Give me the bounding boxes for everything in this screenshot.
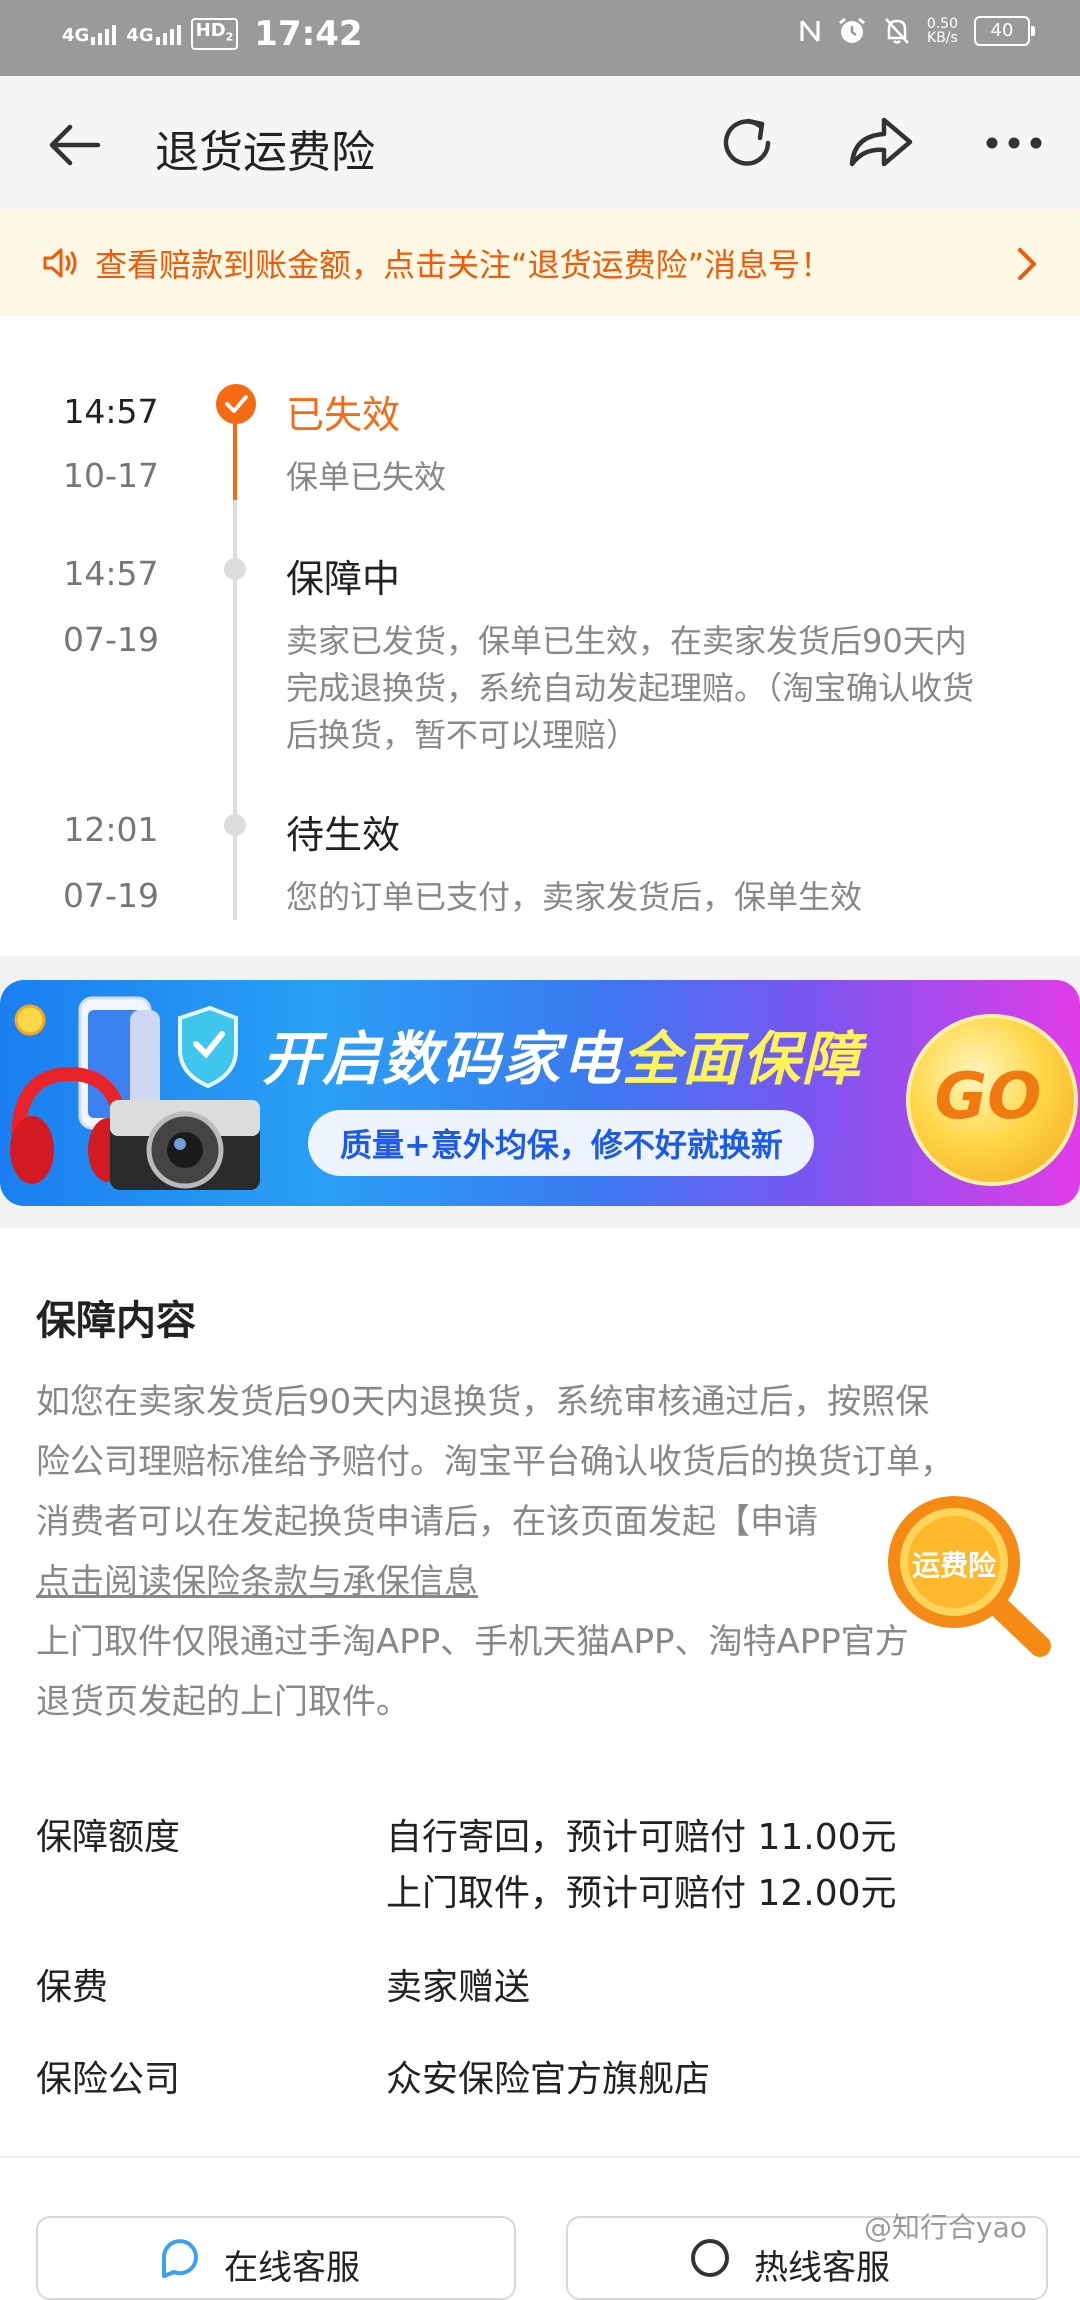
banner-title: 开启数码家电全面保障 [262,1012,862,1096]
banner-title-part1: 开启数码家电 [262,1025,623,1093]
signal-2-icon: 4G [126,23,181,46]
divider [0,2156,1080,2158]
timeline-line-active [233,414,237,500]
battery-icon: 40 [974,16,1035,46]
insurer-value: 众安保险官方旗舰店 [386,2059,711,2100]
premium-label: 保费 [36,1967,109,2008]
timeline-desc-line: 完成退换货，系统自动发起理赔。（淘宝确认收货 [286,669,975,707]
timeline-status: 待生效 [286,813,401,857]
check-icon [216,384,256,424]
timeline-dot [224,558,246,580]
more-icon[interactable] [982,118,1046,168]
chevron-right-icon [1018,248,1036,280]
hd-label: HD [195,19,226,41]
notice-bar[interactable]: 查看赔款到账金额，点击关注“退货运费险”消息号！ [0,210,1080,316]
policy-terms-link[interactable]: 点击阅读保险条款与承保信息 [36,1554,478,1603]
back-arrow-icon[interactable] [40,110,110,180]
network-type-2: 4G [126,25,154,46]
online-service-label: 在线客服 [224,2248,360,2288]
hd-sub-label: 2 [225,30,234,44]
timeline-desc: 您的订单已支付，卖家发货后，保单生效 [286,878,863,916]
nfc-icon [800,20,820,42]
notice-text: 查看赔款到账金额，点击关注“退货运费险”消息号！ [95,246,833,284]
coverage-amount-value: 自行寄回，预计可赔付 11.00元 [386,1817,897,1858]
timeline-time: 12:01 [63,810,159,849]
nav-bar: 退货运费险 [0,76,1080,210]
banner-title-part2: 全面保障 [622,1025,863,1093]
banner-subtitle: 质量+意外均保，修不好就换新 [340,1126,783,1164]
watermark: @知行合yao [864,2211,1027,2244]
coverage-text-line: 如您在卖家发货后90天内退换货，系统审核通过后，按照保 [36,1382,930,1422]
chat-icon [161,2239,198,2278]
freight-insurance-float-button[interactable]: 运费险 [880,1488,1056,1664]
coverage-text-line: 险公司理赔标准给予赔付。淘宝平台确认收货后的换货订单， [36,1442,954,1482]
coverage-amount-label: 保障额度 [36,1817,181,1858]
mute-icon [884,18,909,44]
share-icon[interactable] [844,108,916,178]
pickup-text-line: 退货页发起的上门取件。 [36,1682,410,1722]
devices-illustration-icon [10,996,260,1190]
timeline-desc-line: 后换货，暂不可以理赔） [286,716,639,754]
go-button-label: GO [934,1060,1042,1134]
timeline-desc-line: 卖家已发货，保单已生效，在卖家发货后90天内 [286,622,967,660]
hotline-service-label: 热线客服 [754,2248,890,2288]
net-speed-unit: KB/s [927,30,958,46]
policy-timeline: 14:57 10-17 已失效 保单已失效 14:57 07-19 保障中 卖家… [0,316,1080,956]
hd-voice-icon: HD2 [190,17,239,51]
timeline-desc: 保单已失效 [286,458,447,496]
signal-1-icon: 4G [62,23,117,46]
refresh-icon[interactable] [712,108,782,178]
battery-level: 40 [990,20,1014,41]
coverage-amount-value: 上门取件，预计可赔付 12.00元 [386,1873,897,1914]
status-bar-right: 0.50 KB/s 40 [799,16,1035,46]
premium-value: 卖家赠送 [386,1967,531,2008]
coverage-title: 保障内容 [36,1298,196,1344]
timeline-status: 保障中 [286,557,401,601]
status-bar: 4G 4G HD2 17:42 0.50 KB/s 40 [0,0,1080,76]
timeline-date: 10-17 [63,456,159,495]
speaker-icon [43,248,77,278]
timeline-date: 07-19 [63,620,159,659]
insurer-label: 保险公司 [36,2059,181,2100]
promo-banner[interactable]: 开启数码家电全面保障 质量+意外均保，修不好就换新 GO [0,980,1080,1206]
page-title: 退货运费险 [155,127,375,178]
net-speed: 0.50 KB/s [927,17,958,45]
net-speed-value: 0.50 [926,16,958,32]
float-badge-label: 运费险 [911,1549,996,1582]
clock: 17:42 [254,14,363,54]
timeline-dot [224,814,246,836]
phone-icon [691,2239,729,2277]
timeline-time: 14:57 [63,554,159,593]
timeline-status: 已失效 [286,393,401,437]
timeline-date: 07-19 [63,876,159,915]
alarm-icon [838,17,865,43]
network-type-1: 4G [62,25,90,46]
online-service-button[interactable]: 在线客服 [36,2216,516,2300]
timeline-time: 14:57 [63,392,159,431]
status-bar-left: 4G 4G HD2 17:42 [62,14,363,54]
